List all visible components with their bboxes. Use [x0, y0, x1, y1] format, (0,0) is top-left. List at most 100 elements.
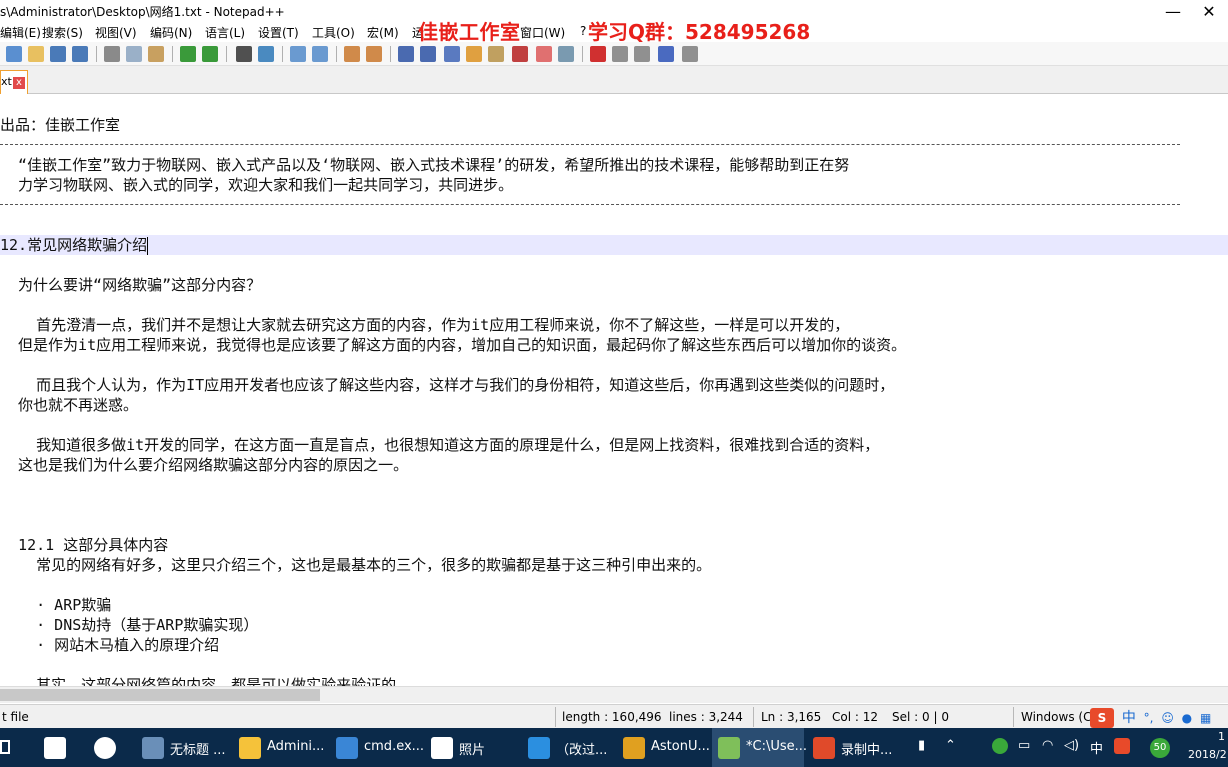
sogou-logo-icon[interactable]: S — [1090, 708, 1114, 728]
taskbar-item[interactable]: （改过... — [522, 728, 614, 767]
play-macro-icon[interactable] — [634, 46, 650, 62]
close-button[interactable]: ✕ — [1194, 2, 1224, 21]
function-list-icon[interactable] — [512, 46, 528, 62]
menu-window[interactable]: 窗口(W) — [520, 24, 565, 41]
text-line: · DNS劫持（基于ARP欺骗实现） — [0, 616, 259, 634]
dash-separator — [0, 204, 1180, 205]
menu-language[interactable]: 语言(L) — [205, 24, 245, 41]
cut-icon[interactable] — [104, 46, 120, 62]
taskbar-item-notepad-active[interactable]: *C:\Use... — [712, 728, 807, 767]
indent-guide-icon[interactable] — [444, 46, 460, 62]
editor-area[interactable]: 出品：佳嵌工作室 “佳嵌工作室”致力于物联网、嵌入式产品以及‘物联网、嵌入式技术… — [0, 95, 1228, 686]
minimize-button[interactable]: — — [1158, 2, 1188, 21]
wps-icon — [528, 737, 550, 759]
find-icon[interactable] — [236, 46, 252, 62]
aston-icon — [623, 737, 645, 759]
save-macro-icon[interactable] — [682, 46, 698, 62]
status-file-type: t file — [2, 710, 29, 724]
sogou-tray-icon[interactable] — [1114, 738, 1130, 754]
save-icon[interactable] — [50, 46, 66, 62]
stop-macro-icon[interactable] — [612, 46, 628, 62]
wifi-icon[interactable]: ◠ — [1042, 738, 1053, 753]
zoom-in-icon[interactable] — [290, 46, 306, 62]
text-line: 其实，这部分网络篇的内容，都是可以做实验来验证的 — [0, 676, 397, 686]
run-macro-icon[interactable] — [658, 46, 674, 62]
menu-edit[interactable]: 编辑(E) — [0, 24, 41, 41]
undo-icon[interactable] — [180, 46, 196, 62]
watermark-studio: 佳嵌工作室 — [418, 20, 521, 44]
doc-map-icon[interactable] — [488, 46, 504, 62]
status-separator — [753, 707, 754, 727]
record-macro-icon[interactable] — [590, 46, 606, 62]
taskbar-item[interactable]: Admini... — [233, 728, 325, 767]
ie-icon — [94, 737, 116, 759]
folder-workspace-icon[interactable] — [536, 46, 552, 62]
current-line: 12.常见网络欺骗介绍 — [0, 235, 1228, 255]
menu-settings[interactable]: 设置(T) — [258, 24, 299, 41]
redo-icon[interactable] — [202, 46, 218, 62]
menu-view[interactable]: 视图(V) — [95, 24, 137, 41]
sync-v-icon[interactable] — [344, 46, 360, 62]
tray-lang[interactable]: 中 — [1090, 738, 1103, 757]
cmd-icon — [336, 737, 358, 759]
sync-h-icon[interactable] — [366, 46, 382, 62]
start-button[interactable] — [0, 728, 20, 767]
ime-lang[interactable]: 中 — [1122, 710, 1136, 726]
text-line: 12.1 这部分具体内容 — [0, 536, 169, 554]
horizontal-scrollbar[interactable] — [0, 686, 1228, 703]
tray-app-icon[interactable]: ▭ — [1018, 738, 1030, 753]
tray-chevron-icon[interactable]: ⌃ — [945, 738, 956, 753]
taskbar-item[interactable]: AstonU... — [617, 728, 710, 767]
scrollbar-thumb[interactable] — [0, 689, 320, 701]
wrap-icon[interactable] — [398, 46, 414, 62]
status-separator — [555, 707, 556, 727]
watermark-qq: 学习Q群：528495268 — [588, 20, 811, 44]
replace-icon[interactable] — [258, 46, 274, 62]
task-view-button[interactable] — [36, 728, 72, 767]
zoom-out-icon[interactable] — [312, 46, 328, 62]
toolbar-separator — [582, 46, 583, 62]
menu-encoding[interactable]: 编码(N) — [150, 24, 192, 41]
udl-icon[interactable] — [466, 46, 482, 62]
taskbar-item[interactable]: 录制中... — [807, 728, 899, 767]
status-sel: Sel : 0 | 0 — [892, 710, 949, 724]
status-bar: t file length : 160,496 lines : 3,244 Ln… — [0, 704, 1228, 728]
tab-close-icon[interactable]: x — [13, 77, 25, 89]
ime-toolbar[interactable]: S 中 °, ☺ ● ▦ — [1090, 707, 1211, 729]
text-line: · ARP欺骗 — [0, 596, 112, 614]
menu-tools[interactable]: 工具(O) — [312, 24, 355, 41]
menu-search[interactable]: 搜索(S) — [42, 24, 83, 41]
text-line: 为什么要讲“网络欺骗”这部分内容？ — [0, 276, 262, 294]
paste-icon[interactable] — [148, 46, 164, 62]
new-file-icon[interactable] — [6, 46, 22, 62]
taskbar-item[interactable]: 照片 — [425, 728, 517, 767]
menu-macro[interactable]: 宏(M) — [367, 24, 399, 41]
save-all-icon[interactable] — [72, 46, 88, 62]
tab-document[interactable]: xt x — [0, 70, 28, 94]
mic-icon[interactable]: ● — [1182, 711, 1192, 725]
taskbar: 无标题 ... Admini... cmd.ex... 照片 （改过... As… — [0, 728, 1228, 767]
ie-button[interactable] — [86, 728, 122, 767]
text-line: 但是作为it应用工程师来说，我觉得也是应该要了解这方面的内容，增加自己的知识面，… — [0, 336, 907, 354]
battery-icon[interactable]: ▮ — [918, 738, 925, 753]
keyboard-icon[interactable]: ▦ — [1200, 711, 1211, 725]
punctuation-icon[interactable]: °, — [1144, 711, 1154, 725]
task-view-icon — [44, 737, 66, 759]
tab-label: xt — [1, 75, 12, 88]
emoji-icon[interactable]: ☺ — [1161, 711, 1174, 725]
wechat-icon[interactable] — [992, 738, 1008, 754]
all-chars-icon[interactable] — [420, 46, 436, 62]
volume-icon[interactable]: ◁) — [1064, 738, 1079, 753]
toolbar-separator — [336, 46, 337, 62]
copy-icon[interactable] — [126, 46, 142, 62]
clock-time: 1 — [1218, 730, 1225, 743]
status-length: length : 160,496 — [562, 710, 662, 724]
photos-icon — [431, 737, 453, 759]
taskbar-item[interactable]: cmd.ex... — [330, 728, 424, 767]
monitor-icon[interactable] — [558, 46, 574, 62]
menu-help[interactable]: ? — [580, 24, 586, 38]
open-file-icon[interactable] — [28, 46, 44, 62]
text-line: 而且我个人认为，作为IT应用开发者也应该了解这些内容，这样才与我们的身份相符，知… — [0, 376, 895, 394]
tray-badge[interactable]: 50 — [1150, 738, 1170, 758]
taskbar-item[interactable]: 无标题 ... — [136, 728, 228, 767]
